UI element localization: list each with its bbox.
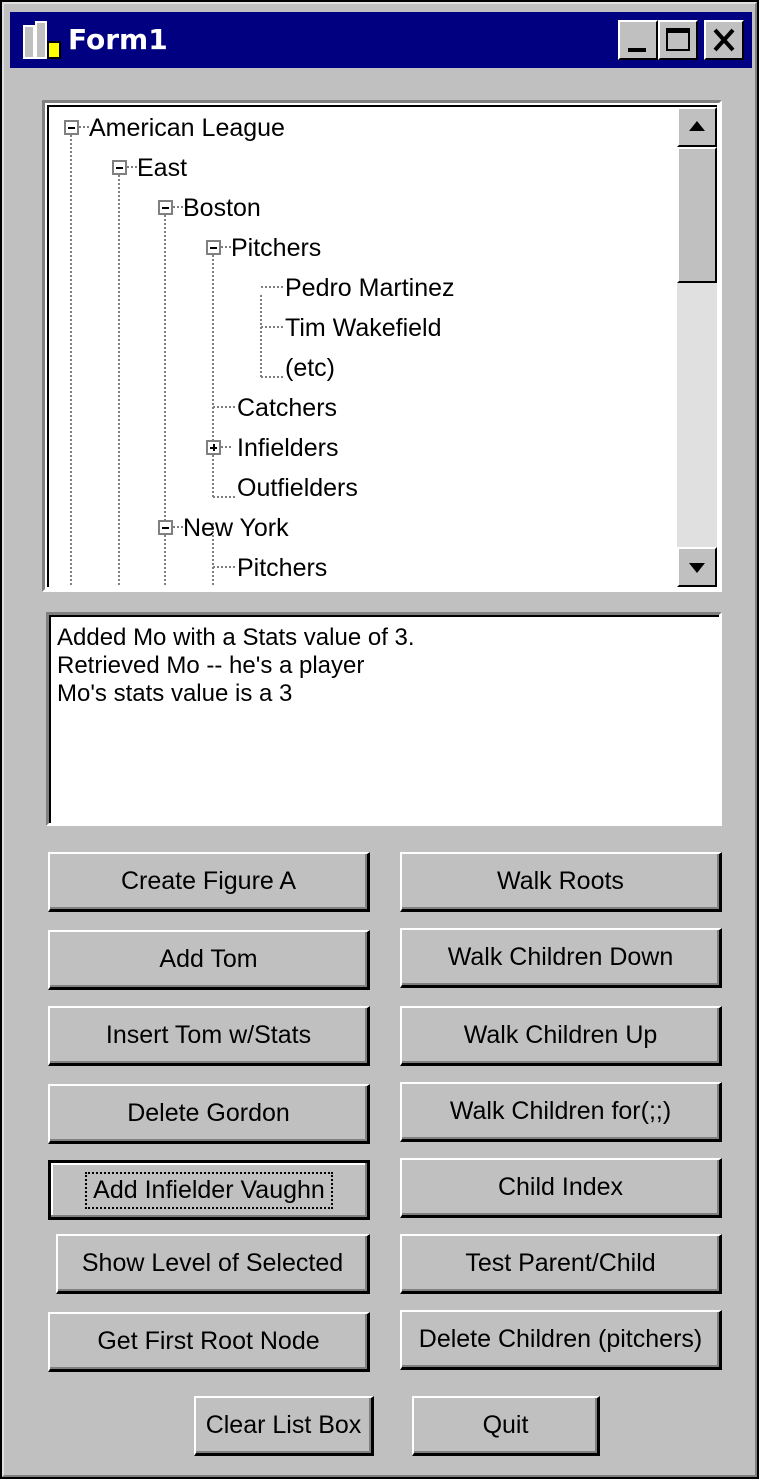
delete-gordon-button[interactable]: Delete Gordon (48, 1084, 370, 1144)
add-infielder-vaughn-button[interactable]: Add Infielder Vaughn (48, 1160, 370, 1220)
tree-node[interactable]: Catchers (237, 391, 337, 425)
tree-node[interactable]: Tim Wakefield (285, 311, 442, 345)
child-index-button[interactable]: Child Index (400, 1158, 722, 1218)
clear-list-box-button[interactable]: Clear List Box (194, 1396, 374, 1456)
walk-children-down-button[interactable]: Walk Children Down (400, 928, 722, 988)
title-bar[interactable]: Form1 (10, 12, 752, 68)
list-item[interactable]: Added Mo with a Stats value of 3. (57, 623, 415, 653)
delete-children-pitchers-button[interactable]: Delete Children (pitchers) (400, 1310, 722, 1370)
expand-icon[interactable] (206, 440, 221, 455)
tree-node[interactable]: Outfielders (237, 471, 358, 505)
collapse-icon[interactable] (112, 160, 127, 175)
minimize-icon (628, 48, 646, 52)
tree-node[interactable]: New York (183, 511, 289, 545)
maximize-icon (666, 28, 690, 51)
create-figure-a-button[interactable]: Create Figure A (48, 852, 370, 912)
walk-roots-button[interactable]: Walk Roots (400, 852, 722, 912)
tree-node[interactable]: (etc) (285, 351, 335, 385)
collapse-icon[interactable] (158, 200, 173, 215)
add-tom-button[interactable]: Add Tom (48, 930, 370, 990)
maximize-button[interactable] (658, 20, 698, 60)
tree-node[interactable]: Pitchers (237, 551, 327, 585)
scroll-up-button[interactable] (677, 107, 717, 147)
collapse-icon[interactable] (158, 520, 173, 535)
arrow-down-icon (689, 563, 705, 573)
tree-node[interactable]: American League (89, 111, 285, 145)
collapse-icon[interactable] (206, 240, 221, 255)
tree-node[interactable]: East (137, 151, 187, 185)
close-icon (713, 28, 735, 52)
collapse-icon[interactable] (64, 120, 79, 135)
tree-node[interactable]: Infielders (237, 431, 338, 465)
minimize-button[interactable] (618, 20, 658, 60)
test-parent-child-button[interactable]: Test Parent/Child (400, 1234, 722, 1294)
tree-node[interactable]: Pedro Martinez (285, 271, 455, 305)
app-icon (23, 21, 61, 59)
form1-window: Form1 American League East Boston Pitche… (0, 0, 759, 1479)
add-infielder-vaughn-label: Add Infielder Vaughn (85, 1171, 333, 1209)
walk-children-for-button[interactable]: Walk Children for(;;) (400, 1082, 722, 1142)
output-list-box[interactable]: Added Mo with a Stats value of 3. Retrie… (46, 612, 722, 826)
quit-button[interactable]: Quit (412, 1396, 600, 1456)
get-first-root-node-button[interactable]: Get First Root Node (48, 1312, 370, 1372)
insert-tom-stats-button[interactable]: Insert Tom w/Stats (48, 1006, 370, 1066)
tree-node[interactable]: Pitchers (231, 231, 321, 265)
vertical-scrollbar[interactable] (677, 107, 717, 587)
show-level-selected-button[interactable]: Show Level of Selected (56, 1234, 370, 1294)
list-item[interactable]: Retrieved Mo -- he's a player (57, 651, 364, 681)
window-title: Form1 (68, 23, 168, 56)
walk-children-up-button[interactable]: Walk Children Up (400, 1006, 722, 1066)
arrow-up-icon (689, 121, 705, 131)
scroll-thumb[interactable] (677, 147, 717, 283)
list-item[interactable]: Mo's stats value is a 3 (57, 679, 292, 709)
tree-node[interactable]: Boston (183, 191, 261, 225)
close-button[interactable] (704, 20, 744, 60)
tree-view[interactable]: American League East Boston Pitchers Ped… (42, 100, 722, 592)
scroll-down-button[interactable] (677, 547, 717, 587)
